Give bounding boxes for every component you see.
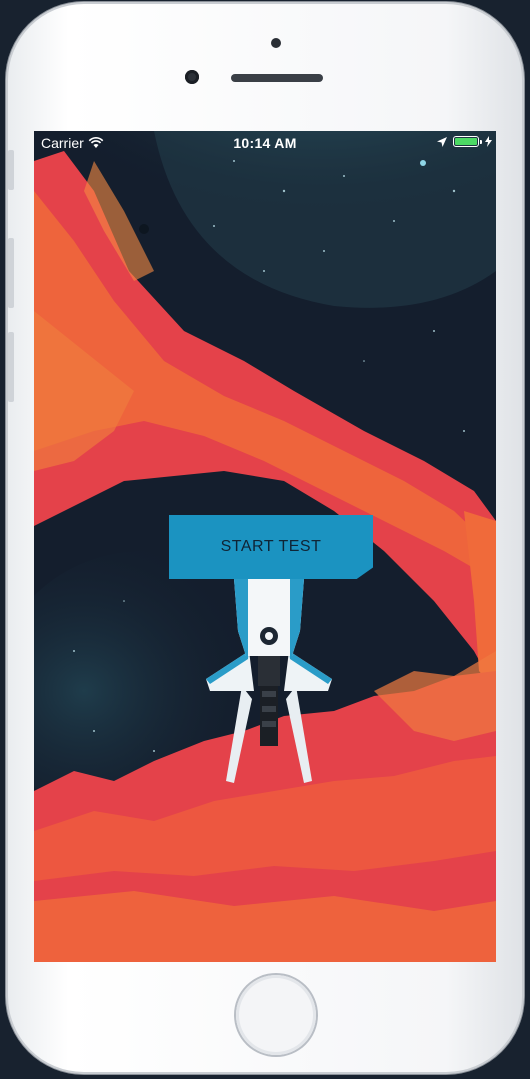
mute-switch [8, 150, 14, 190]
battery-tip [480, 140, 482, 144]
start-test-button[interactable]: START TEST [169, 515, 373, 579]
proximity-sensor [271, 38, 281, 48]
app-screen: Carrier 10:14 AM START TEST [34, 131, 496, 962]
status-time: 10:14 AM [233, 135, 297, 151]
home-button[interactable] [236, 975, 316, 1055]
charging-bolt-icon [485, 136, 492, 147]
status-right-group [437, 136, 492, 147]
earpiece-speaker [231, 74, 323, 82]
location-arrow-icon [437, 136, 447, 147]
volume-up-button [8, 238, 14, 308]
battery-level-fill [455, 138, 477, 145]
status-bar: Carrier 10:14 AM [34, 131, 496, 157]
volume-down-button [8, 332, 14, 402]
battery-icon [453, 136, 482, 147]
front-camera [185, 70, 199, 84]
